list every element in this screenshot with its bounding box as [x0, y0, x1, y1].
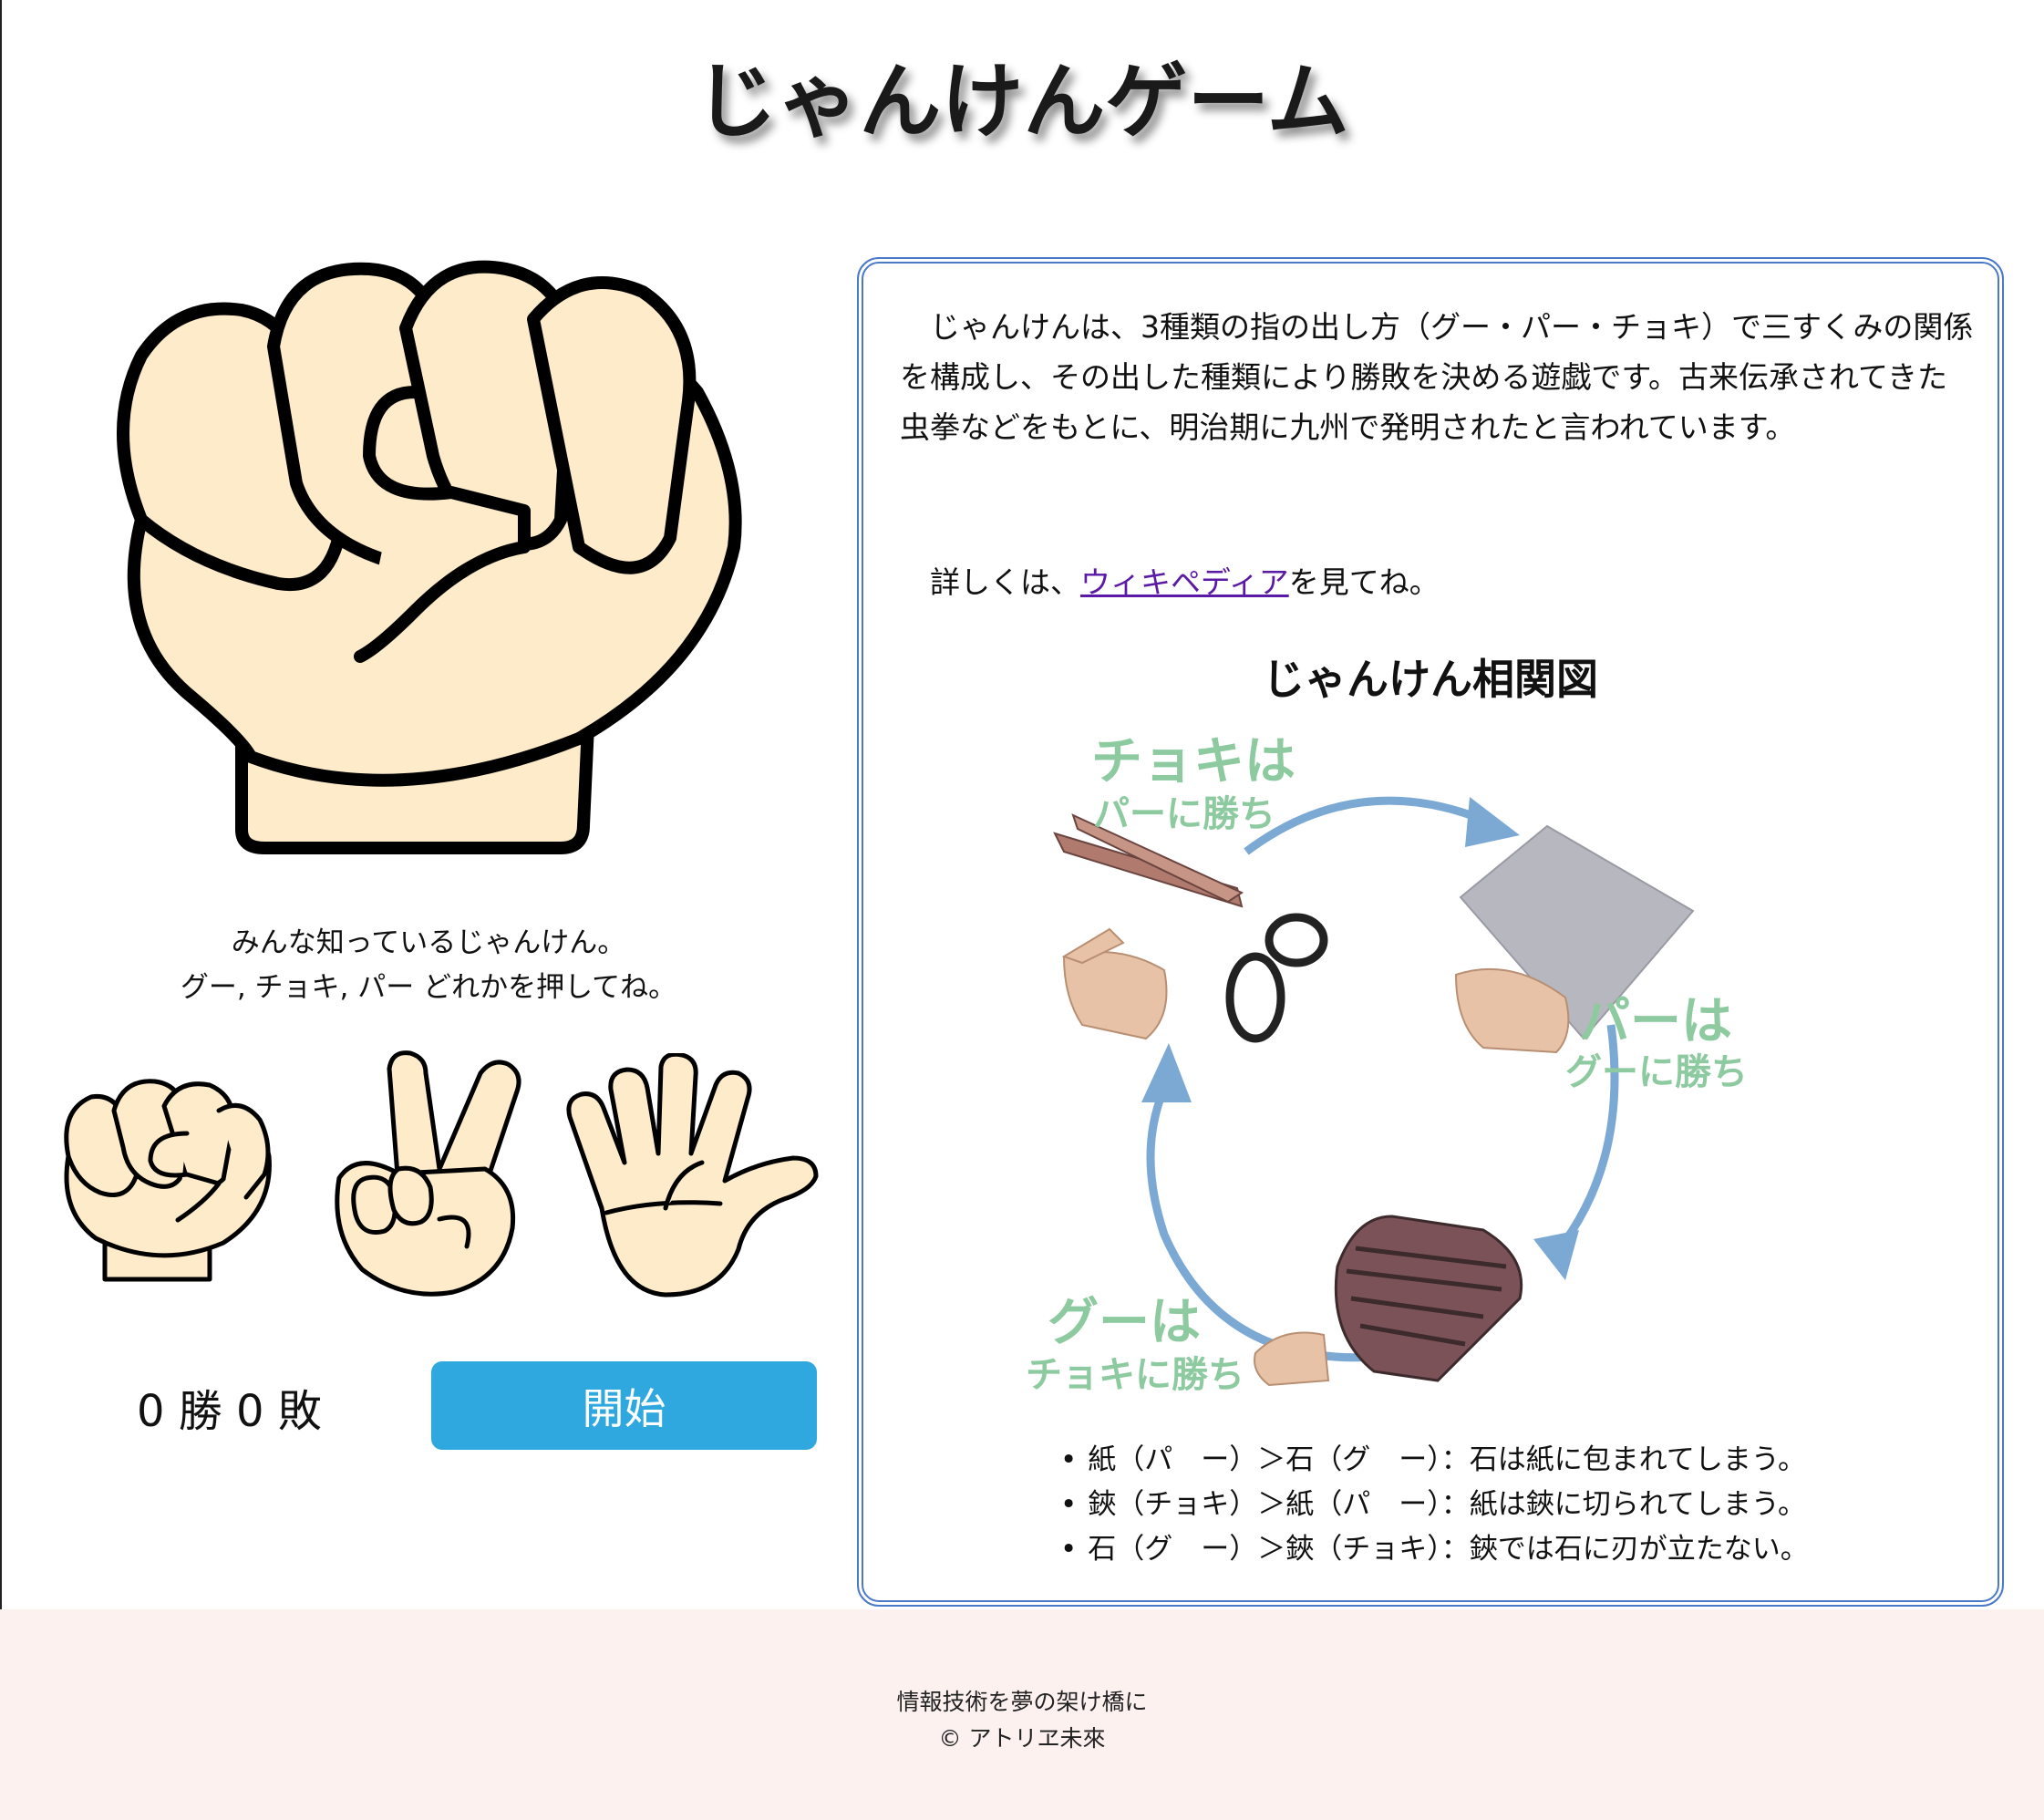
- more-info-line: 詳しくは、ウィキペディアを見てね。: [900, 557, 1976, 607]
- scissors-choice-button[interactable]: [330, 1050, 531, 1301]
- rule-item: 鋏（チョキ）＞紙（パ ー）：紙は鋏に切られてしまう。: [1060, 1483, 1809, 1527]
- footer: 情報技術を夢の架け橋に © アトリヱ未來: [0, 1609, 2044, 1820]
- footer-copyright: © アトリヱ未來: [938, 1725, 1106, 1752]
- info-panel: じゃんけんは、3種類の指の出し方（グー・パー・チョキ）で三すくみの関係を構成し、…: [857, 257, 2004, 1607]
- janken-relationship-diagram: チョキは パーに勝ち パーは グーに勝ち グーは チョキに勝ち: [1026, 732, 1748, 1396]
- rule-item: 紙（パ ー）＞石（グ ー）：石は紙に包まれてしまう。: [1060, 1438, 1809, 1483]
- footer-tagline: 情報技術を夢の架け橋に: [896, 1689, 1148, 1715]
- page-left-border: [0, 0, 2, 1609]
- rule-item: 石（グ ー）＞鋏（チョキ）：鋏では石に刃が立たない。: [1060, 1527, 1809, 1572]
- more-info-prefix: 詳しくは、: [930, 564, 1080, 600]
- scissors-label-title: チョキは: [1091, 732, 1296, 791]
- result-hand-rock-icon: [117, 260, 742, 854]
- instructions: みんな知っているじゃんけん。 グー, チョキ, パー どれかを押してね。: [55, 921, 802, 1010]
- arrow-scissors-to-paper: [1244, 796, 1485, 855]
- rock-label-sub: チョキに勝ち: [1026, 1354, 1244, 1396]
- rules-list: 紙（パ ー）＞石（グ ー）：石は紙に包まれてしまう。 鋏（チョキ）＞紙（パ ー）…: [1060, 1438, 1809, 1572]
- paper-label-title: パーは: [1579, 992, 1732, 1051]
- paper-hand-icon: [566, 1053, 819, 1298]
- start-button[interactable]: 開始: [431, 1361, 817, 1450]
- rock-photo: [1254, 1215, 1523, 1387]
- scissors-photo: [1053, 813, 1328, 1043]
- description-text: じゃんけんは、3種類の指の出し方（グー・パー・チョキ）で三すくみの関係を構成し、…: [900, 309, 1974, 445]
- page-title: じゃんけんゲーム: [695, 54, 1349, 150]
- scissors-label-sub: パーに勝ち: [1093, 793, 1275, 835]
- wikipedia-link[interactable]: ウィキペディア: [1080, 564, 1289, 600]
- rock-hand-icon: [64, 1079, 272, 1282]
- score-display: 0 勝 0 敗: [137, 1386, 322, 1437]
- arrowhead-3: [1141, 1043, 1192, 1102]
- instruction-line-2: グー, チョキ, パー どれかを押してね。: [180, 971, 677, 1004]
- paper-choice-button[interactable]: [565, 1053, 821, 1299]
- diagram-title: じゃんけん相関図: [1263, 655, 1598, 704]
- paper-label-sub: グーに勝ち: [1565, 1051, 1748, 1093]
- rock-label-title: グーは: [1048, 1293, 1201, 1352]
- more-info-suffix: を見てね。: [1288, 564, 1440, 600]
- instruction-line-1: みんな知っているじゃんけん。: [231, 926, 626, 959]
- arrowhead-1: [1465, 797, 1520, 847]
- scissors-hand-icon: [335, 1050, 521, 1297]
- arrowhead-2: [1533, 1230, 1579, 1280]
- rock-choice-button[interactable]: [59, 1074, 278, 1293]
